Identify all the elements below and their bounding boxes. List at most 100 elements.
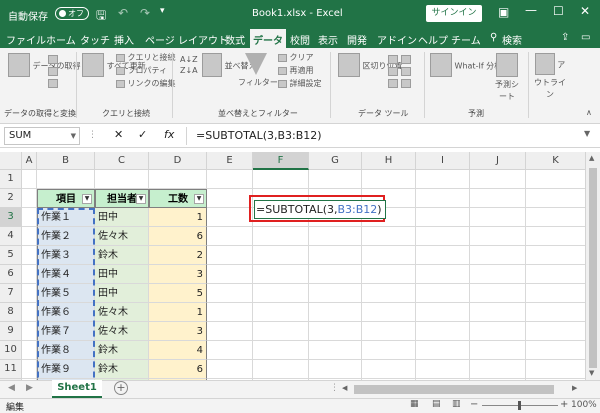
cell-empty[interactable] [207,341,253,360]
ribbon-display-icon[interactable]: ▣ [498,5,509,19]
forecast-sheet-button[interactable]: 予測シート [492,53,522,103]
row-header-1[interactable]: 1 [0,170,22,189]
tab-insert[interactable]: 挿入 [114,32,134,47]
cell-empty[interactable] [362,170,416,189]
cell-empty[interactable] [207,227,253,246]
table-cell[interactable]: 作業９ [37,360,95,379]
cell-empty[interactable] [309,246,362,265]
cell-empty[interactable] [470,208,526,227]
table-cell[interactable]: 1 [149,303,207,322]
header-hours[interactable]: 工数 ▼ [149,189,207,208]
cell-empty[interactable] [253,284,309,303]
table-cell[interactable]: 作業２ [37,227,95,246]
tab-file[interactable]: ファイル [6,32,46,47]
row-header-11[interactable]: 11 [0,360,22,379]
row-header-7[interactable]: 7 [0,284,22,303]
cell-empty[interactable] [22,303,37,322]
table-cell[interactable]: 3 [149,265,207,284]
query-connections-button[interactable]: クエリと接続 [116,52,176,64]
search-icon[interactable]: ⚲ [490,32,497,43]
header-item[interactable]: 項目 ▼ [37,189,95,208]
redo-icon[interactable]: ↷ [140,6,150,20]
cell-empty[interactable] [309,227,362,246]
tab-touch[interactable]: タッチ [80,32,110,47]
cell-empty[interactable] [362,227,416,246]
cell-empty[interactable] [470,170,526,189]
column-header-k[interactable]: K [526,152,585,170]
collapse-ribbon-icon[interactable]: ∧ [586,108,592,117]
clear-button[interactable]: クリア [278,52,314,64]
name-box[interactable]: SUM ▼ [4,127,80,145]
cell-empty[interactable] [309,265,362,284]
horizontal-scroll-thumb[interactable] [354,385,554,394]
sheet-prev-icon[interactable]: ◀ [8,383,15,393]
row-header-6[interactable]: 6 [0,265,22,284]
cell-empty[interactable] [207,360,253,379]
cell-empty[interactable] [526,189,585,208]
zoom-out-icon[interactable]: − [470,399,478,410]
comment-icon[interactable]: ▭ [581,32,590,43]
table-cell[interactable]: 作業３ [37,246,95,265]
refresh-all-button[interactable]: すべて更新 [82,53,146,79]
cell-empty[interactable] [362,284,416,303]
cell-empty[interactable] [149,170,207,189]
table-cell[interactable]: 2 [149,246,207,265]
cell-empty[interactable] [207,170,253,189]
cell-empty[interactable] [22,341,37,360]
tab-team[interactable]: チーム [451,32,481,47]
cell-empty[interactable] [416,189,470,208]
outline-button[interactable]: アウトライン [532,53,568,101]
scroll-up-icon[interactable]: ▲ [589,154,594,162]
sheet-next-icon[interactable]: ▶ [26,383,33,393]
column-header-e[interactable]: E [207,152,253,170]
share-icon[interactable]: ⇪ [561,32,569,43]
zoom-in-icon[interactable]: + [560,399,568,410]
select-all-corner[interactable] [0,152,22,170]
cell-empty[interactable] [22,227,37,246]
tab-page-layout[interactable]: ページ レイアウト [145,32,228,47]
cell-empty[interactable] [22,284,37,303]
close-icon[interactable]: ✕ [580,4,590,18]
cell-empty[interactable] [526,341,585,360]
filter-dropdown-icon[interactable]: ▼ [136,194,146,204]
row-header-9[interactable]: 9 [0,322,22,341]
add-sheet-icon[interactable]: + [114,381,128,395]
filter-dropdown-icon[interactable]: ▼ [82,194,92,204]
cell-empty[interactable] [470,284,526,303]
get-data-small-icons[interactable] [48,54,58,90]
filter-button[interactable]: フィルター [238,53,278,89]
cell-empty[interactable] [526,303,585,322]
cell-empty[interactable] [22,246,37,265]
page-break-view-icon[interactable]: ▥ [452,399,461,409]
cell-empty[interactable] [416,322,470,341]
cell-empty[interactable] [416,170,470,189]
normal-view-icon[interactable]: ▦ [410,399,419,409]
vertical-scroll-thumb[interactable] [589,168,597,368]
row-header-5[interactable]: 5 [0,246,22,265]
table-cell[interactable]: 鈴木 [95,246,149,265]
cell-empty[interactable] [416,265,470,284]
enter-icon[interactable]: ✓ [138,128,147,141]
get-data-button[interactable]: データの取得 [8,53,81,79]
column-header-f[interactable]: F [253,152,309,170]
table-cell[interactable]: 4 [149,341,207,360]
cell-empty[interactable] [526,227,585,246]
cell-empty[interactable] [22,322,37,341]
table-cell[interactable]: 6 [149,227,207,246]
table-cell[interactable]: 作業７ [37,322,95,341]
cell-empty[interactable] [95,170,149,189]
save-icon[interactable]: 🖫 [96,6,106,27]
column-header-i[interactable]: I [416,152,470,170]
cell-empty[interactable] [416,246,470,265]
scroll-right-icon[interactable]: ▶ [572,384,577,392]
table-cell[interactable]: 作業１ [37,208,95,227]
tab-view[interactable]: 表示 [318,32,338,47]
tab-formulas[interactable]: 数式 [225,32,245,47]
cell-empty[interactable] [207,246,253,265]
cell-empty[interactable] [470,265,526,284]
row-header-4[interactable]: 4 [0,227,22,246]
cell-empty[interactable] [362,246,416,265]
cell-empty[interactable] [309,341,362,360]
scroll-left-icon[interactable]: ◀ [342,384,347,392]
row-header-2[interactable]: 2 [0,189,22,208]
